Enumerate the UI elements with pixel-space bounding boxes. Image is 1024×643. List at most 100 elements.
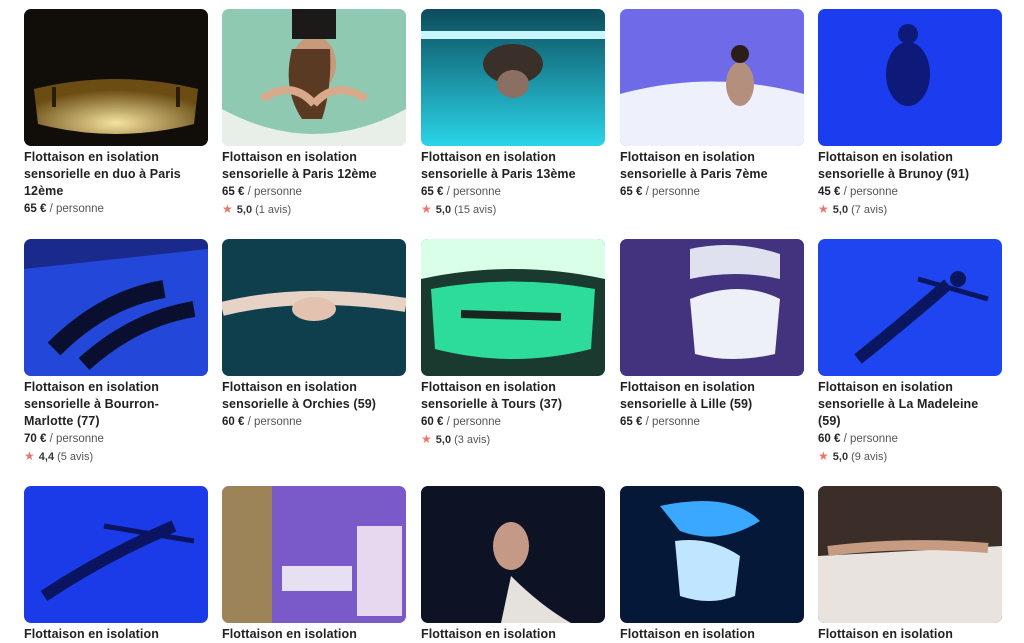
- review-count: (7 avis): [851, 204, 888, 216]
- card-title[interactable]: Flottaison en isolation: [818, 626, 1002, 643]
- review-count: (15 avis): [454, 204, 497, 216]
- card-price: 65 € / personne: [24, 201, 208, 218]
- experience-card[interactable]: Flottaison en isolation sensorielle à To…: [421, 239, 605, 449]
- experience-card[interactable]: Flottaison en isolation sensorielle à Pa…: [222, 9, 406, 219]
- experience-card[interactable]: Flottaison en isolation: [222, 486, 406, 643]
- card-price: 45 € / personne: [818, 184, 1002, 201]
- price-unit: / personne: [843, 186, 898, 198]
- price-unit: / personne: [843, 433, 898, 445]
- card-title[interactable]: Flottaison en isolation: [421, 626, 605, 643]
- experience-card[interactable]: Flottaison en isolation sensorielle à Bo…: [24, 239, 208, 466]
- price-value: 65 €: [222, 186, 245, 198]
- card-price: 60 € / personne: [222, 414, 406, 431]
- card-title[interactable]: Flottaison en isolation sensorielle à Pa…: [620, 149, 804, 183]
- rating-score: 5,0: [435, 204, 452, 216]
- rating-score: 5,0: [832, 451, 849, 463]
- experience-card[interactable]: Flottaison en isolation sensorielle à Br…: [818, 9, 1002, 219]
- star-icon: ★: [818, 202, 829, 216]
- star-icon: ★: [24, 449, 35, 463]
- price-unit: / personne: [446, 186, 501, 198]
- price-value: 70 €: [24, 433, 47, 445]
- experience-card[interactable]: Flottaison en isolation sensorielle à La…: [818, 239, 1002, 466]
- experience-card[interactable]: Flottaison en isolation sensorielle à Li…: [620, 239, 804, 431]
- card-price: 60 € / personne: [818, 431, 1002, 448]
- white-pod-purple-room-image[interactable]: [620, 239, 804, 376]
- card-rating: ★ 5,0 (7 avis): [818, 201, 1002, 219]
- card-title[interactable]: Flottaison en isolation sensorielle à Or…: [222, 379, 406, 413]
- woman-floating-blue-image[interactable]: [818, 9, 1002, 146]
- woman-floating-cyan-image[interactable]: [421, 9, 605, 146]
- card-price: 65 € / personne: [222, 184, 406, 201]
- review-count: (3 avis): [454, 434, 491, 446]
- experience-card[interactable]: Flottaison en isolation: [421, 486, 605, 643]
- experience-card[interactable]: Flottaison en isolation: [24, 486, 208, 643]
- card-title[interactable]: Flottaison en isolation sensorielle à Pa…: [421, 149, 605, 183]
- card-title[interactable]: Flottaison en isolation sensorielle à Li…: [620, 379, 804, 413]
- card-title[interactable]: Flottaison en isolation sensorielle à Bo…: [24, 379, 208, 430]
- person-floating-deep-blue-image[interactable]: [24, 486, 208, 623]
- experience-card[interactable]: Flottaison en isolation sensorielle à Or…: [222, 239, 406, 431]
- price-unit: / personne: [49, 203, 104, 215]
- rating-score: 4,4: [38, 451, 55, 463]
- experience-card[interactable]: Flottaison en isolation sensorielle à Pa…: [421, 9, 605, 219]
- experience-card[interactable]: Flottaison en isolation: [818, 486, 1002, 643]
- review-count: (9 avis): [851, 451, 888, 463]
- price-unit: / personne: [446, 416, 501, 428]
- couple-floating-blue-pool-image[interactable]: [24, 239, 208, 376]
- woman-in-white-pod-image[interactable]: [620, 9, 804, 146]
- card-title[interactable]: Flottaison en isolation: [620, 626, 804, 643]
- rating-score: 5,0: [832, 204, 849, 216]
- person-floating-blue-image[interactable]: [818, 239, 1002, 376]
- price-value: 65 €: [421, 186, 444, 198]
- price-value: 60 €: [421, 416, 444, 428]
- experience-card[interactable]: Flottaison en isolation sensorielle à Pa…: [620, 9, 804, 201]
- price-value: 65 €: [620, 186, 643, 198]
- experience-card[interactable]: Flottaison en isolation sensorielle en d…: [24, 9, 208, 218]
- star-icon: ★: [818, 449, 829, 463]
- experience-card[interactable]: Flottaison en isolation: [620, 486, 804, 643]
- card-title[interactable]: Flottaison en isolation sensorielle à Pa…: [222, 149, 406, 183]
- price-unit: / personne: [247, 186, 302, 198]
- card-title[interactable]: Flottaison en isolation sensorielle en d…: [24, 149, 208, 200]
- price-value: 60 €: [818, 433, 841, 445]
- card-title[interactable]: Flottaison en isolation: [24, 626, 208, 643]
- price-unit: / personne: [247, 416, 302, 428]
- price-value: 60 €: [222, 416, 245, 428]
- star-icon: ★: [222, 202, 233, 216]
- experience-grid: Flottaison en isolation sensorielle en d…: [0, 0, 1024, 641]
- price-value: 65 €: [620, 416, 643, 428]
- woman-floating-warm-image[interactable]: [818, 486, 1002, 623]
- space-pod-blue-image[interactable]: [620, 486, 804, 623]
- woman-floating-mint-image[interactable]: [222, 9, 406, 146]
- card-price: 60 € / personne: [421, 414, 605, 431]
- card-price: 65 € / personne: [620, 414, 804, 431]
- rating-score: 5,0: [236, 204, 253, 216]
- card-title[interactable]: Flottaison en isolation: [222, 626, 406, 643]
- green-float-pod-image[interactable]: [421, 239, 605, 376]
- card-title[interactable]: Flottaison en isolation sensorielle à La…: [818, 379, 1002, 430]
- card-rating: ★ 5,0 (3 avis): [421, 431, 605, 449]
- rating-score: 5,0: [435, 434, 452, 446]
- price-unit: / personne: [645, 186, 700, 198]
- card-rating: ★ 4,4 (5 avis): [24, 448, 208, 466]
- star-icon: ★: [421, 202, 432, 216]
- card-rating: ★ 5,0 (9 avis): [818, 448, 1002, 466]
- card-price: 70 € / personne: [24, 431, 208, 448]
- woman-floating-dark-water-image[interactable]: [222, 239, 406, 376]
- review-count: (5 avis): [57, 451, 94, 463]
- price-unit: / personne: [645, 416, 700, 428]
- woman-dark-water-image[interactable]: [421, 486, 605, 623]
- star-icon: ★: [421, 432, 432, 446]
- card-rating: ★ 5,0 (1 avis): [222, 201, 406, 219]
- purple-spa-room-image[interactable]: [222, 486, 406, 623]
- price-unit: / personne: [49, 433, 104, 445]
- card-rating: ★ 5,0 (15 avis): [421, 201, 605, 219]
- card-title[interactable]: Flottaison en isolation sensorielle à To…: [421, 379, 605, 413]
- review-count: (1 avis): [255, 204, 292, 216]
- price-value: 65 €: [24, 203, 47, 215]
- card-price: 65 € / personne: [620, 184, 804, 201]
- float-pod-amber-image[interactable]: [24, 9, 208, 146]
- card-price: 65 € / personne: [421, 184, 605, 201]
- card-title[interactable]: Flottaison en isolation sensorielle à Br…: [818, 149, 1002, 183]
- price-value: 45 €: [818, 186, 841, 198]
